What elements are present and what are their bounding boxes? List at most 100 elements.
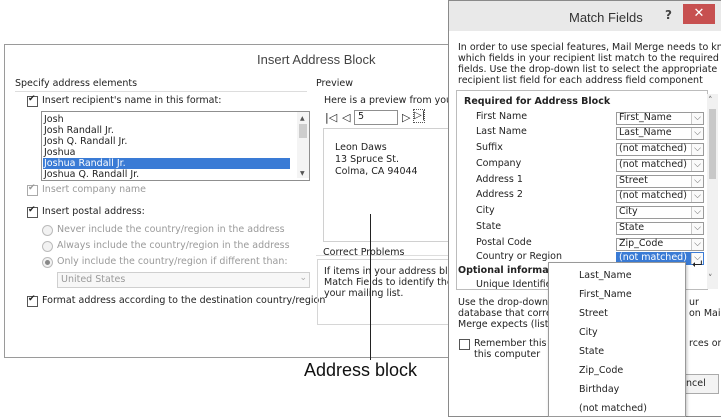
scroll-down-icon[interactable]	[300, 167, 305, 178]
country-region-dropdown[interactable]: Last_Name First_Name Street City State Z…	[548, 262, 686, 417]
list-item[interactable]: Josh Q. Randall Jr.	[44, 136, 127, 147]
dropdown-option[interactable]: (not matched)	[579, 403, 647, 414]
chevron-down-icon[interactable]: ⌄	[299, 273, 307, 283]
dropdown-option[interactable]: Zip_Code	[579, 365, 623, 376]
field-label-city: City	[476, 205, 495, 216]
list-item[interactable]: Josh	[44, 114, 64, 125]
optional-header: Optional informati	[458, 265, 557, 276]
intro-line: In order to use special features, Mail M…	[458, 42, 721, 53]
cancel-button[interactable]: ncel	[683, 374, 719, 394]
previous-record-icon[interactable]: ◁	[342, 111, 350, 124]
chevron-down-icon[interactable]	[691, 113, 703, 124]
remember-checkbox[interactable]	[459, 339, 470, 350]
format-address-checkbox[interactable]	[27, 294, 38, 307]
intro-line: which fields in your recipient list matc…	[458, 53, 719, 64]
radio-only-label: Only include the country/region if diffe…	[57, 256, 288, 267]
cancel-label: ncel	[686, 378, 706, 389]
bottom-text-line: Merge expects (liste	[458, 319, 555, 330]
insert-postal-checkbox[interactable]	[27, 205, 38, 218]
dropdown-option[interactable]: State	[579, 346, 604, 357]
list-item[interactable]: Joshua	[44, 147, 75, 158]
preview-box: Leon Daws 13 Spruce St. Colma, CA 94044	[323, 128, 465, 242]
field-label-address-2: Address 2	[476, 189, 523, 200]
record-number-value: 5	[358, 111, 365, 122]
record-number-input[interactable]: 5	[354, 110, 398, 125]
field-label-address-1: Address 1	[476, 174, 523, 185]
correct-text-line: Match Fields to identify the	[324, 277, 453, 288]
radio-always[interactable]	[42, 241, 53, 252]
preview-header: Preview	[316, 78, 353, 89]
bottom-text-line: database that corre	[458, 308, 552, 319]
dropdown-option[interactable]: Street	[579, 308, 608, 319]
combo-first-name[interactable]: First_Name	[616, 112, 704, 125]
preview-line: Colma, CA 94044	[335, 166, 418, 177]
callout-line	[370, 214, 371, 360]
dialog-title: Insert Address Block	[257, 52, 376, 67]
match-fields-titlebar[interactable]: Match Fields ? ✕	[449, 1, 721, 31]
name-format-listbox[interactable]: Josh Josh Randall Jr. Josh Q. Randall Jr…	[41, 111, 310, 181]
chevron-down-icon[interactable]	[691, 176, 703, 187]
correct-problems-box: If items in your address bloc Match Fiel…	[317, 259, 459, 325]
combo-state[interactable]: State	[616, 222, 704, 235]
chevron-down-icon[interactable]	[691, 191, 703, 202]
field-label-unique-id: Unique Identifie	[476, 279, 552, 290]
insert-company-label: Insert company name	[42, 184, 147, 195]
field-label-postal-code: Postal Code	[476, 237, 532, 248]
chevron-down-icon[interactable]	[691, 160, 703, 171]
correct-text-line: If items in your address bloc	[324, 266, 459, 277]
dropdown-option[interactable]: City	[579, 327, 598, 338]
last-record-icon[interactable]: ▷|	[413, 109, 425, 123]
chevron-down-icon[interactable]	[691, 239, 703, 250]
combo-value: (not matched)	[619, 159, 687, 170]
radio-only-if-different[interactable]	[42, 257, 53, 268]
first-record-icon[interactable]: |◁	[325, 111, 337, 124]
combo-address-1[interactable]: Street	[616, 175, 704, 188]
field-label-first-name: First Name	[476, 111, 528, 122]
combo-address-2[interactable]: (not matched)	[616, 190, 704, 203]
chevron-down-icon[interactable]	[691, 223, 703, 234]
combo-suffix[interactable]: (not matched)	[616, 143, 704, 156]
scroll-thumb[interactable]	[299, 124, 307, 138]
dropdown-option[interactable]: First_Name	[579, 289, 632, 300]
correct-problems-header: Correct Problems	[323, 247, 405, 258]
list-item[interactable]: Joshua Q. Randall Jr.	[44, 169, 139, 180]
dropdown-option[interactable]: Last_Name	[579, 270, 632, 281]
combo-postal-code[interactable]: Zip_Code	[616, 238, 704, 251]
combo-city[interactable]: City	[616, 206, 704, 219]
help-icon[interactable]: ?	[665, 8, 672, 22]
scroll-thumb[interactable]	[709, 109, 716, 179]
radio-never-label: Never include the country/region in the …	[57, 224, 285, 235]
list-item-selected[interactable]: Joshua Randall Jr.	[43, 158, 290, 169]
scroll-down-icon[interactable]: ˅	[708, 274, 713, 284]
scroll-up-icon[interactable]	[300, 112, 305, 123]
dialog-titlebar[interactable]: Insert Address Block	[5, 45, 457, 73]
combo-company[interactable]: (not matched)	[616, 159, 704, 172]
insert-name-label: Insert recipient's name in this format:	[42, 95, 222, 106]
insert-address-block-dialog: Insert Address Block Specify address ele…	[4, 44, 465, 358]
country-select[interactable]: United States ⌄	[57, 272, 310, 288]
insert-name-checkbox[interactable]	[27, 94, 38, 107]
list-item[interactable]: Josh Randall Jr.	[44, 125, 114, 136]
combo-value: City	[619, 206, 638, 217]
radio-never[interactable]	[42, 225, 53, 236]
field-label-state: State	[476, 221, 502, 232]
fields-scrollbar[interactable]: ˄ ˅	[707, 94, 718, 289]
combo-last-name[interactable]: Last_Name	[616, 127, 704, 140]
chevron-down-icon[interactable]	[691, 144, 703, 155]
next-record-icon[interactable]: ▷	[402, 111, 410, 124]
scroll-up-icon[interactable]: ˄	[708, 96, 713, 106]
combo-value: First_Name	[619, 112, 672, 123]
correct-text-line: your mailing list.	[324, 288, 404, 299]
chevron-down-icon[interactable]	[691, 207, 703, 218]
dropdown-option[interactable]: Birthday	[579, 384, 619, 395]
preview-line: 13 Spruce St.	[335, 154, 399, 165]
format-address-label: Format address according to the destinat…	[42, 295, 326, 306]
chevron-down-icon[interactable]	[691, 128, 703, 139]
listbox-scrollbar[interactable]	[297, 112, 309, 178]
close-button[interactable]: ✕	[683, 4, 715, 24]
field-label-last-name: Last Name	[476, 126, 527, 137]
field-label-company: Company	[476, 158, 522, 169]
insert-company-checkbox[interactable]	[27, 183, 38, 196]
callout-label: Address block	[304, 360, 418, 380]
combo-value: (not matched)	[619, 143, 687, 154]
